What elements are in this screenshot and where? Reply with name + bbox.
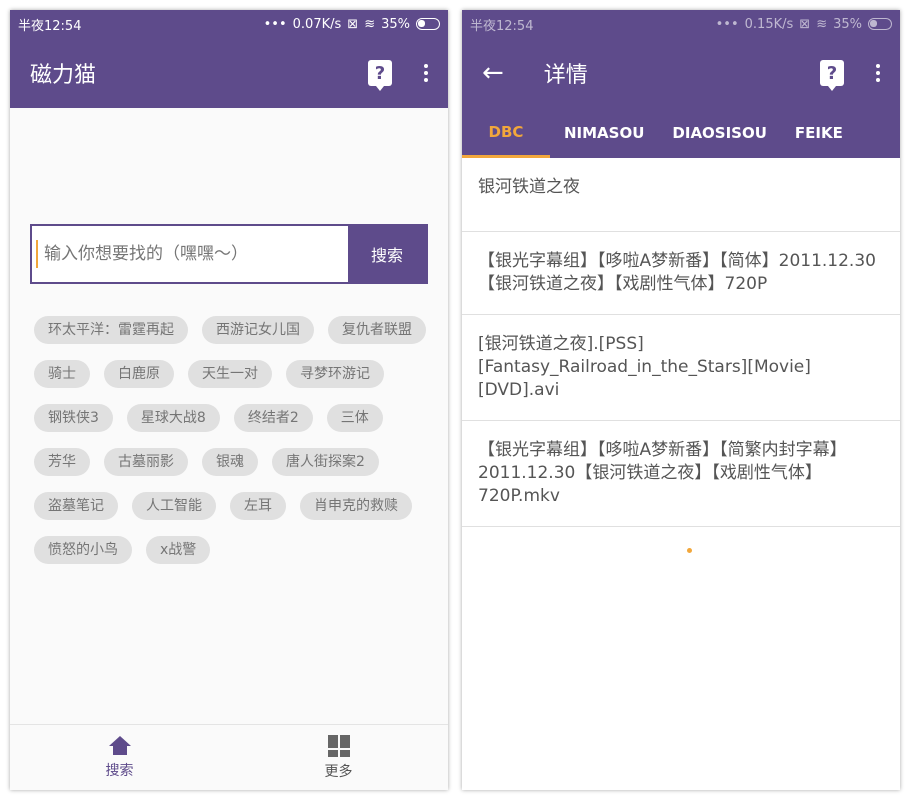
page-title: 详情 — [543, 63, 588, 88]
app-bar: ← 详情 ? — [462, 38, 900, 108]
tag-chip[interactable]: 西游记女儿国 — [202, 316, 314, 344]
overflow-menu-icon[interactable] — [872, 64, 884, 82]
app-bar: 磁力猫 ? — [10, 38, 448, 108]
tag-chip[interactable]: 愤怒的小鸟 — [34, 536, 132, 564]
result-item[interactable]: 【银光字幕组】【哆啦A梦新番】【简繁内封字幕】2011.12.30【银河铁道之夜… — [462, 421, 900, 527]
tag-chip[interactable]: 银魂 — [202, 448, 258, 476]
hot-tags: 环太平洋：雷霆再起 西游记女儿国 复仇者联盟骑士 白鹿原 天生一对 寻梦环游记钢铁侠3 星球… — [34, 316, 434, 564]
battery-icon — [868, 18, 892, 30]
tab-dbc[interactable]: DBC — [462, 108, 550, 158]
more-dots-indicator: ••• — [715, 16, 739, 32]
source-tabs: DBC NIMASOU DIAOSISOU FEIKE — [462, 108, 900, 158]
overflow-menu-icon[interactable] — [420, 64, 432, 82]
battery-percent: 35% — [381, 16, 410, 32]
result-item[interactable]: [银河铁道之夜].[PSS][Fantasy_Railroad_in_the_S… — [462, 315, 900, 421]
back-arrow-icon[interactable]: ← — [482, 60, 504, 86]
tag-chip[interactable]: 芳华 — [34, 448, 90, 476]
tag-chip[interactable]: 古墓丽影 — [104, 448, 188, 476]
tag-chip[interactable]: 复仇者联盟 — [328, 316, 426, 344]
tag-chip[interactable]: 肖申克的救赎 — [300, 492, 412, 520]
sim-icon: ⊠ — [799, 16, 811, 32]
nav-more[interactable]: 更多 — [229, 725, 448, 790]
help-icon[interactable]: ? — [820, 60, 844, 91]
wifi-icon: ≋ — [364, 16, 376, 32]
result-item[interactable]: 银河铁道之夜 — [462, 158, 900, 232]
tag-chip[interactable]: 三体 — [326, 404, 383, 432]
app-title: 磁力猫 — [30, 63, 97, 88]
bottom-navigation: 搜索 更多 — [10, 724, 448, 790]
tab-diaosisou[interactable]: DIAOSISOU — [658, 108, 781, 158]
tag-chip[interactable]: 左耳 — [230, 492, 286, 520]
tag-chip[interactable]: 骑士 — [34, 360, 90, 388]
detail-screen: 半夜12:54 ••• 0.15K/s ⊠ ≋ 35% ← 详情 ? DBC NI… — [462, 10, 900, 790]
battery-icon — [416, 18, 440, 30]
tag-chip[interactable]: x战警 — [146, 536, 211, 564]
tag-chip[interactable]: 白鹿原 — [104, 360, 174, 388]
tag-chip[interactable]: 盗墓笔记 — [34, 492, 118, 520]
battery-percent: 35% — [833, 16, 862, 32]
sim-icon: ⊠ — [347, 16, 359, 32]
status-bar: 半夜12:54 ••• 0.15K/s ⊠ ≋ 35% — [462, 10, 900, 38]
result-list: 银河铁道之夜 【银光字幕组】【哆啦A梦新番】【简体】2011.12.30【银河铁道… — [462, 158, 900, 527]
nav-search-label: 搜索 — [105, 762, 134, 779]
result-item[interactable]: 【银光字幕组】【哆啦A梦新番】【简体】2011.12.30【银河铁道之夜】【戏剧… — [462, 232, 900, 315]
dashboard-icon — [327, 734, 350, 757]
help-icon[interactable]: ? — [368, 60, 392, 91]
status-time: 半夜12:54 — [18, 18, 82, 34]
tag-chip[interactable]: 终结者2 — [233, 404, 313, 432]
search-screen: 半夜12:54 ••• 0.07K/s ⊠ ≋ 35% 磁力猫 ? 搜索 环太平… — [10, 10, 448, 790]
tag-chip[interactable]: 唐人街探案2 — [272, 448, 379, 476]
tag-chip[interactable]: 星球大战8 — [126, 404, 220, 432]
more-dots-indicator: ••• — [263, 16, 287, 32]
status-time: 半夜12:54 — [470, 18, 534, 34]
nav-more-label: 更多 — [324, 763, 353, 780]
home-icon — [108, 735, 131, 756]
loading-indicator — [687, 548, 692, 553]
search-button[interactable]: 搜索 — [348, 226, 426, 282]
tag-chip[interactable]: 环太平洋：雷霆再起 — [34, 316, 188, 344]
tag-chip[interactable]: 人工智能 — [132, 492, 216, 520]
tag-chip[interactable]: 天生一对 — [188, 360, 272, 388]
network-speed: 0.15K/s — [744, 16, 794, 32]
nav-search[interactable]: 搜索 — [10, 725, 229, 790]
wifi-icon: ≋ — [816, 16, 828, 32]
search-bar: 搜索 — [30, 224, 428, 284]
search-input[interactable] — [36, 240, 348, 268]
status-bar: 半夜12:54 ••• 0.07K/s ⊠ ≋ 35% — [10, 10, 448, 38]
tag-chip[interactable]: 寻梦环游记 — [286, 360, 384, 388]
tab-feike[interactable]: FEIKE — [781, 108, 857, 158]
network-speed: 0.07K/s — [292, 16, 342, 32]
tab-nimasou[interactable]: NIMASOU — [550, 108, 658, 158]
tag-chip[interactable]: 钢铁侠3 — [34, 404, 113, 432]
